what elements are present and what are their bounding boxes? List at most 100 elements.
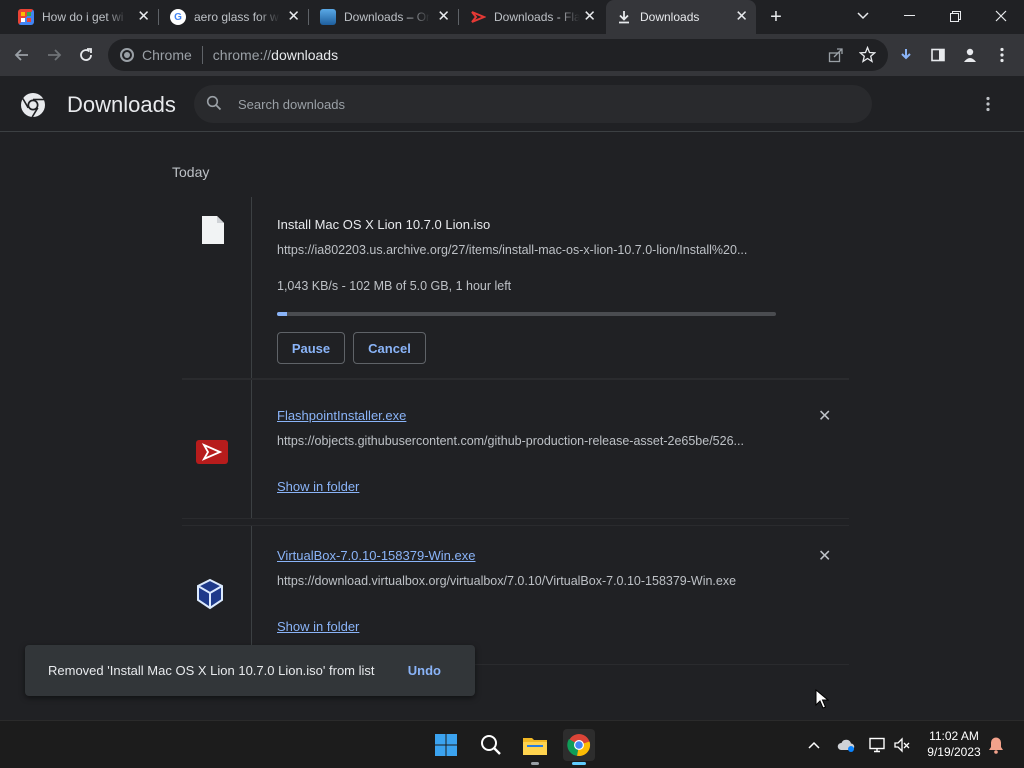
chevron-up-icon xyxy=(808,741,820,749)
section-date-label: Today xyxy=(172,164,210,180)
restore-button[interactable] xyxy=(932,0,978,32)
show-in-folder-link[interactable]: Show in folder xyxy=(277,479,359,494)
reload-button[interactable] xyxy=(74,43,98,67)
close-tab-icon[interactable]: ✕ xyxy=(583,9,596,24)
taskbar-search-button[interactable] xyxy=(475,729,507,761)
downloads-toolbar-button[interactable] xyxy=(894,43,918,67)
bookmark-star-icon[interactable] xyxy=(858,45,877,66)
windows-logo-icon xyxy=(435,734,457,756)
image-icon xyxy=(320,9,336,25)
page-title: Downloads xyxy=(67,92,176,117)
pause-button[interactable]: Pause xyxy=(277,332,345,364)
tab-title: How do i get wi xyxy=(42,10,124,24)
address-host: downloads xyxy=(271,47,339,63)
minimize-icon xyxy=(903,15,915,16)
undo-button[interactable]: Undo xyxy=(408,663,441,678)
tab-aero-glass[interactable]: G aero glass for w ✕ xyxy=(160,0,308,34)
file-explorer-button[interactable] xyxy=(519,729,551,765)
address-prefix: Chrome xyxy=(142,47,192,63)
tab-downloads-or[interactable]: Downloads – Or ✕ xyxy=(310,0,458,34)
mouse-cursor-icon xyxy=(815,688,830,714)
remove-from-list-button[interactable]: ✕ xyxy=(818,406,831,426)
search-downloads-field[interactable]: Search downloads xyxy=(194,85,872,123)
speaker-muted-icon xyxy=(894,737,910,753)
toast-message: Removed 'Install Mac OS X Lion 10.7.0 Li… xyxy=(48,663,375,678)
file-icon xyxy=(201,215,225,250)
folder-icon xyxy=(523,738,547,755)
forward-button[interactable] xyxy=(42,43,66,67)
tab-divider xyxy=(308,9,309,25)
download-item: Install Mac OS X Lion 10.7.0 Lion.iso ht… xyxy=(182,197,849,379)
downloads-header: Downloads Search downloads xyxy=(0,76,1024,132)
close-tab-icon[interactable]: ✕ xyxy=(735,9,748,24)
address-bar[interactable]: Chrome chrome:// downloads xyxy=(108,39,888,71)
profile-button[interactable] xyxy=(958,43,982,67)
close-tab-icon[interactable]: ✕ xyxy=(137,9,150,24)
notifications-button[interactable] xyxy=(980,729,1012,761)
puzzle-icon xyxy=(18,9,34,25)
new-tab-button[interactable]: + xyxy=(764,5,788,29)
chrome-menu-button[interactable] xyxy=(990,43,1014,67)
google-icon: G xyxy=(170,9,186,25)
tab-title: Downloads xyxy=(640,10,700,24)
removed-toast: Removed 'Install Mac OS X Lion 10.7.0 Li… xyxy=(25,645,475,696)
bell-icon xyxy=(989,737,1003,754)
profile-icon xyxy=(964,48,976,62)
download-url[interactable]: https://ia802203.us.archive.org/27/items… xyxy=(277,243,777,257)
share-icon[interactable] xyxy=(828,47,844,66)
tab-how-do-i-get[interactable]: How do i get wi ✕ xyxy=(8,0,158,34)
page-menu-button[interactable] xyxy=(986,96,990,117)
tab-divider xyxy=(458,9,459,25)
tab-title: aero glass for w xyxy=(194,10,279,24)
running-indicator xyxy=(531,762,539,765)
download-icon xyxy=(616,9,632,25)
chrome-site-icon xyxy=(120,48,134,62)
flashpoint-icon xyxy=(470,9,486,25)
tab-downloads-flashpoint[interactable]: Downloads - Fla ✕ xyxy=(460,0,604,34)
close-tab-icon[interactable]: ✕ xyxy=(437,9,450,24)
address-scheme: chrome:// xyxy=(212,47,272,63)
virtualbox-icon xyxy=(196,578,224,615)
address-divider xyxy=(201,46,203,64)
download-url[interactable]: https://objects.githubusercontent.com/gi… xyxy=(277,434,777,448)
windows-taskbar: 11:02 AM 9/19/2023 xyxy=(0,720,1024,768)
back-button[interactable] xyxy=(10,43,34,67)
back-arrow-icon xyxy=(14,49,28,61)
download-filename-link[interactable]: FlashpointInstaller.exe xyxy=(277,408,406,423)
close-tab-icon[interactable]: ✕ xyxy=(287,9,300,24)
show-hidden-icons-button[interactable] xyxy=(798,729,830,761)
tab-title: Downloads – Or xyxy=(344,10,430,24)
remove-from-list-button[interactable]: ✕ xyxy=(818,546,831,566)
download-url[interactable]: https://download.virtualbox.org/virtualb… xyxy=(277,574,797,588)
start-button[interactable] xyxy=(430,729,462,761)
volume-tray-button[interactable] xyxy=(886,729,918,761)
restore-icon xyxy=(949,10,961,22)
running-indicator xyxy=(572,762,586,765)
file-icon-column xyxy=(182,526,252,664)
tab-search-button[interactable] xyxy=(840,0,886,32)
chevron-down-icon xyxy=(857,12,869,20)
tab-strip: How do i get wi ✕ G aero glass for w ✕ D… xyxy=(0,0,1024,34)
forward-arrow-icon xyxy=(48,49,62,61)
close-window-button[interactable] xyxy=(978,0,1024,32)
onedrive-tray-button[interactable] xyxy=(830,729,862,761)
chrome-icon xyxy=(567,734,591,756)
minimize-button[interactable] xyxy=(886,0,932,32)
search-icon xyxy=(206,95,222,114)
download-progress-bar xyxy=(277,312,776,316)
search-placeholder: Search downloads xyxy=(238,96,345,112)
side-panel-button[interactable] xyxy=(926,43,950,67)
kebab-menu-icon xyxy=(1000,47,1004,63)
file-icon-column xyxy=(182,380,252,518)
tab-title: Downloads - Fla xyxy=(494,10,580,24)
cancel-button[interactable]: Cancel xyxy=(353,332,426,364)
download-arrow-icon xyxy=(901,49,911,60)
show-in-folder-link[interactable]: Show in folder xyxy=(277,619,359,634)
tab-downloads[interactable]: Downloads ✕ xyxy=(606,0,756,34)
download-filename-link[interactable]: VirtualBox-7.0.10-158379-Win.exe xyxy=(277,548,476,563)
reload-icon xyxy=(80,48,92,61)
chrome-taskbar-button[interactable] xyxy=(563,729,595,765)
kebab-menu-icon xyxy=(986,96,990,112)
download-filename: Install Mac OS X Lion 10.7.0 Lion.iso xyxy=(277,217,491,232)
search-icon xyxy=(481,735,501,755)
